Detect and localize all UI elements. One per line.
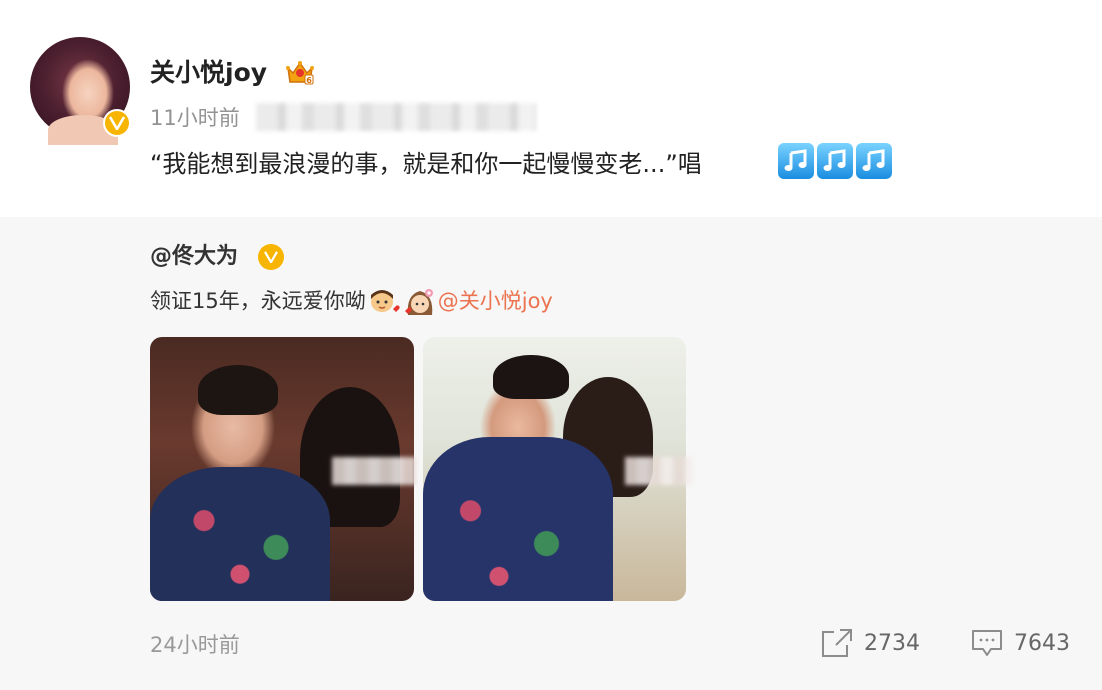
emoji-girl-icon <box>403 285 437 319</box>
avatar[interactable] <box>30 37 131 145</box>
repost-button[interactable]: 2734 <box>820 627 920 659</box>
music-note-icon <box>817 143 853 179</box>
comment-count: 7643 <box>1014 630 1070 656</box>
music-emoji-group <box>778 143 892 179</box>
crown-vip-icon[interactable]: 6 <box>285 58 315 88</box>
svg-text:6: 6 <box>306 76 312 85</box>
music-note-icon <box>778 143 814 179</box>
username[interactable]: 关小悦joy <box>150 58 267 88</box>
comment-icon <box>972 630 1002 656</box>
verified-icon <box>103 109 131 137</box>
blurred-source-info <box>256 103 536 131</box>
post-text: “我能想到最浪漫的事，就是和你一起慢慢变老...”唱 <box>150 150 702 178</box>
comment-button[interactable]: 7643 <box>970 627 1070 659</box>
mention-link[interactable]: @关小悦joy <box>438 289 553 313</box>
post-time[interactable]: 11小时前 <box>150 105 240 131</box>
repost-time[interactable]: 24小时前 <box>150 632 240 658</box>
emoji-boy-icon <box>367 285 401 319</box>
repost-count: 2734 <box>864 630 920 656</box>
music-note-icon <box>856 143 892 179</box>
repost-text-line: 领证15年，永远爱你呦 @关小悦joy <box>150 285 553 319</box>
repost-author[interactable]: @佟大为 <box>150 243 238 271</box>
share-icon <box>822 629 852 657</box>
verified-icon <box>258 244 284 270</box>
blurred-watermark <box>625 457 693 485</box>
post-card: 关小悦joy 6 11小时前 “我能想到最浪漫的事，就是和你一起慢慢变老...”… <box>0 0 1102 217</box>
repost-card[interactable]: @佟大为 领证15年，永远爱你呦 @关小悦joy 24小时前 2734 7643 <box>0 217 1102 690</box>
repost-text: 领证15年，永远爱你呦 <box>150 289 366 313</box>
blurred-watermark <box>332 457 416 485</box>
